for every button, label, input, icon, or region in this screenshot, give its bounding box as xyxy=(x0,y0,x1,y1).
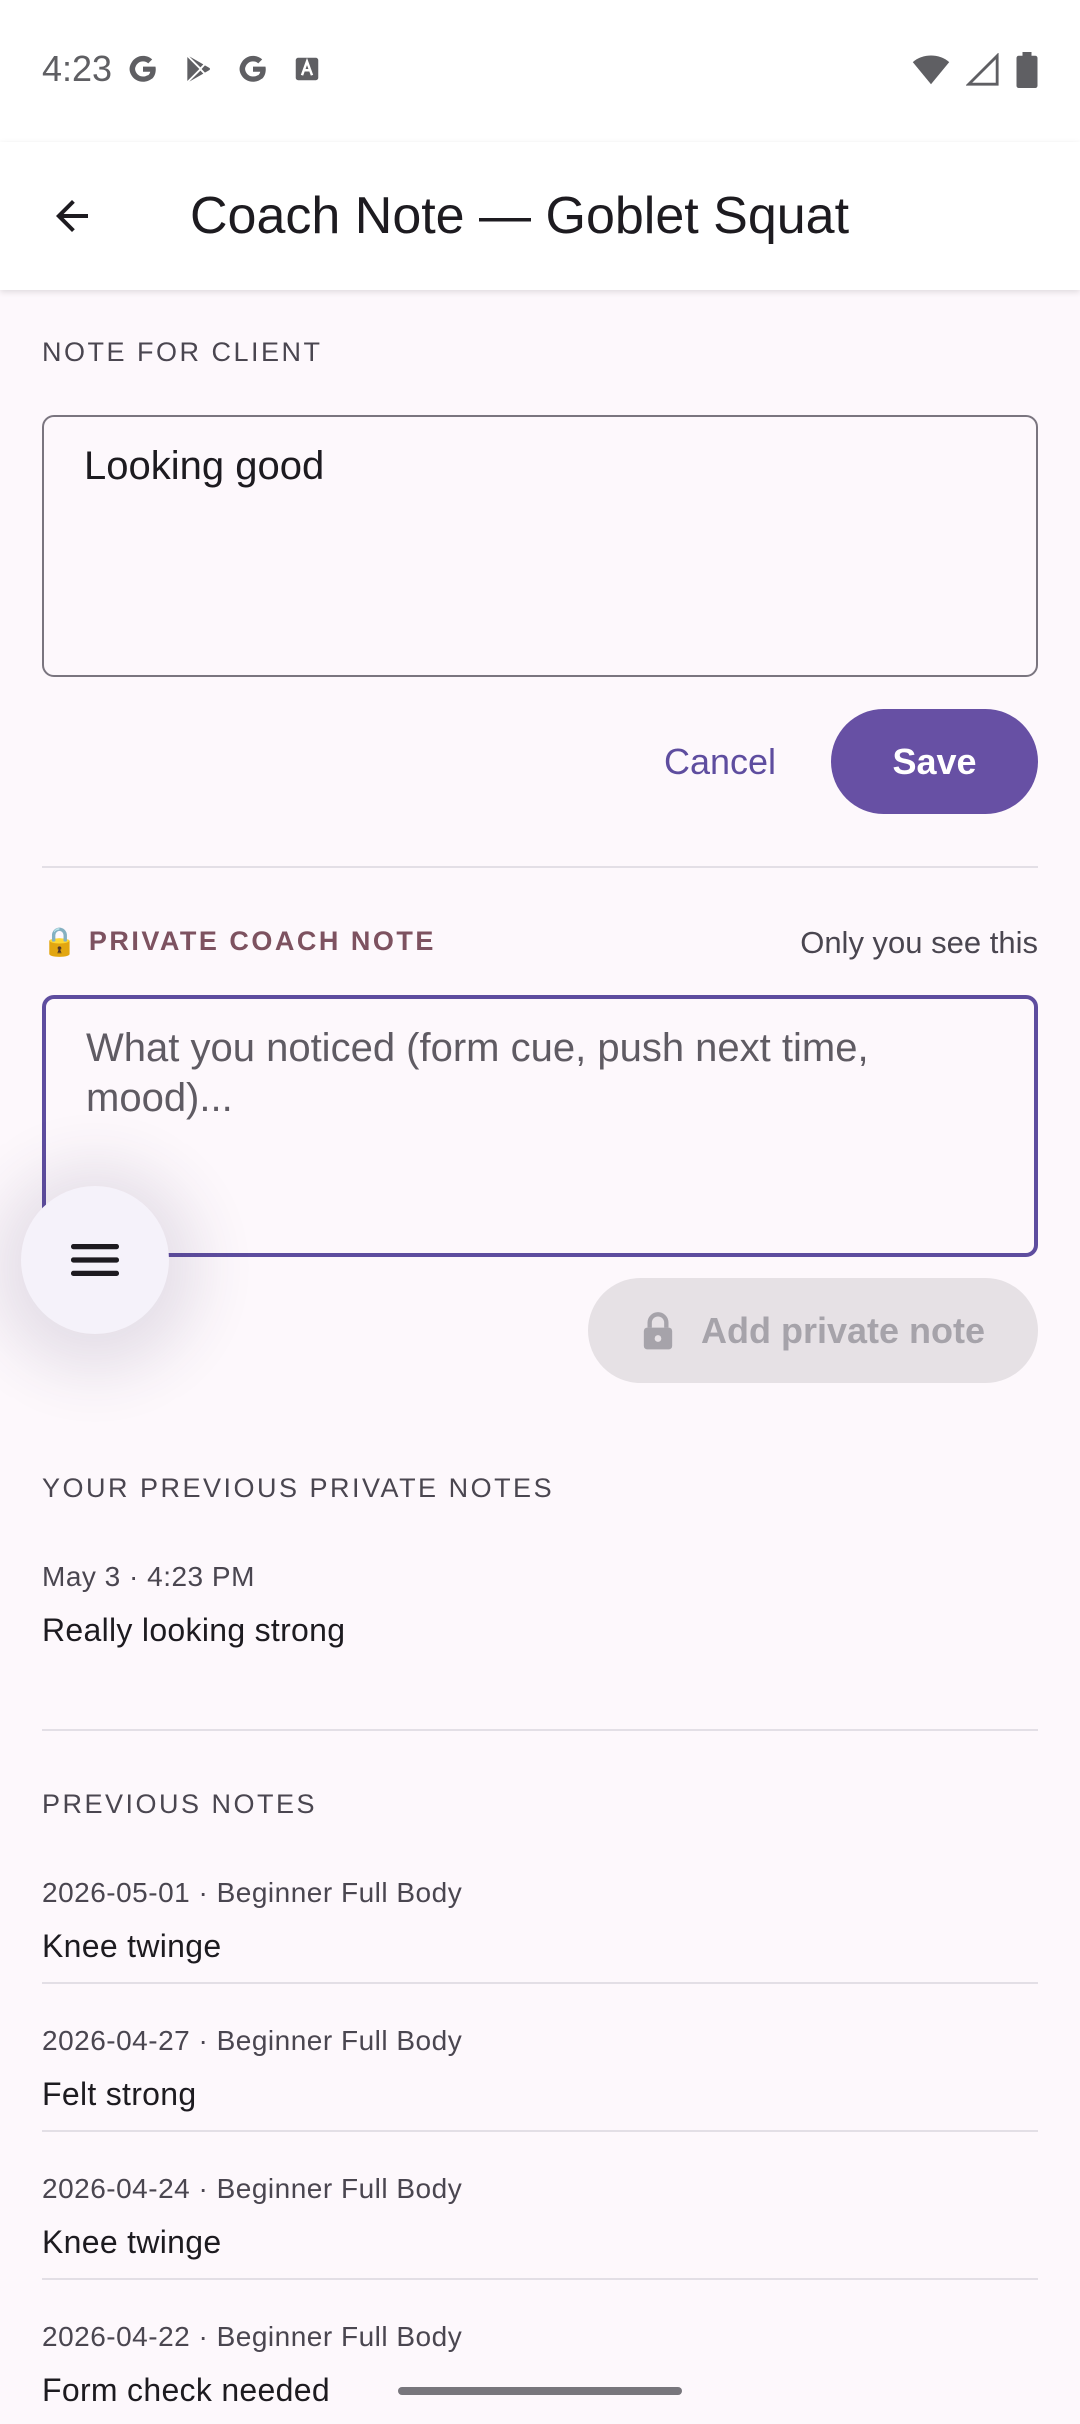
menu-icon xyxy=(71,1244,119,1276)
client-note-field[interactable]: Looking good xyxy=(42,415,1038,677)
note-body: Form check needed xyxy=(42,2372,330,2408)
list-divider xyxy=(42,2130,1038,2132)
save-button[interactable]: Save xyxy=(831,709,1038,814)
font-a-icon xyxy=(295,57,319,81)
back-button[interactable] xyxy=(30,180,114,252)
add-private-note-label: Add private note xyxy=(700,1309,986,1351)
status-bar: 4:23 xyxy=(0,0,1080,142)
battery-icon xyxy=(1016,52,1038,88)
cancel-button[interactable]: Cancel xyxy=(636,710,804,814)
private-note-date: May 3 · 4:23 PM xyxy=(42,1561,255,1592)
menu-fab[interactable] xyxy=(21,1186,169,1334)
note-date: 2026-05-01 · Beginner Full Body xyxy=(42,1877,463,1908)
section-divider xyxy=(42,866,1038,868)
wifi-icon xyxy=(912,55,950,85)
note-body: Felt strong xyxy=(42,2076,197,2112)
lock-icon xyxy=(643,1311,673,1349)
list-divider xyxy=(42,1982,1038,1984)
previous-notes-label: PREVIOUS NOTES xyxy=(42,1789,318,1819)
client-note-label: NOTE FOR CLIENT xyxy=(42,337,323,367)
signal-icon xyxy=(966,53,999,86)
arrow-back-icon xyxy=(56,200,88,232)
private-note-field[interactable]: What you noticed (form cue, push next ti… xyxy=(42,995,1038,1257)
section-divider xyxy=(42,1729,1038,1731)
note-body: Knee twinge xyxy=(42,1928,222,1964)
add-private-note-button[interactable]: Add private note xyxy=(588,1278,1038,1383)
lock-emoji-icon: 🔒 xyxy=(42,926,77,957)
note-date: 2026-04-22 · Beginner Full Body xyxy=(42,2321,463,2352)
private-note-hint: Only you see this xyxy=(800,925,1038,960)
private-note-placeholder: What you noticed (form cue, push next ti… xyxy=(86,1026,869,1120)
play-store-icon xyxy=(187,56,211,82)
status-time: 4:23 xyxy=(42,48,113,89)
note-date: 2026-04-27 · Beginner Full Body xyxy=(42,2025,463,2056)
gesture-nav-handle[interactable] xyxy=(398,2387,682,2395)
coach-note-screen: 4:23 Coach Note — Goblet Squat NOTE FOR … xyxy=(0,0,1080,2424)
page-title: Coach Note — Goblet Squat xyxy=(190,187,850,245)
google-g-icon xyxy=(239,55,266,82)
notification-icons xyxy=(126,52,322,86)
list-divider xyxy=(42,2278,1038,2280)
top-app-bar: Coach Note — Goblet Squat xyxy=(0,142,1080,290)
note-date: 2026-04-24 · Beginner Full Body xyxy=(42,2173,463,2204)
private-note-label: PRIVATE COACH NOTE xyxy=(88,926,436,956)
private-note-header: 🔒 PRIVATE COACH NOTE xyxy=(42,925,436,958)
private-note-body: Really looking strong xyxy=(42,1612,346,1648)
system-icons xyxy=(912,52,1038,88)
google-g-icon xyxy=(129,55,156,82)
client-note-value: Looking good xyxy=(84,444,325,488)
note-body: Knee twinge xyxy=(42,2224,222,2260)
previous-private-notes-label: YOUR PREVIOUS PRIVATE NOTES xyxy=(42,1473,555,1503)
